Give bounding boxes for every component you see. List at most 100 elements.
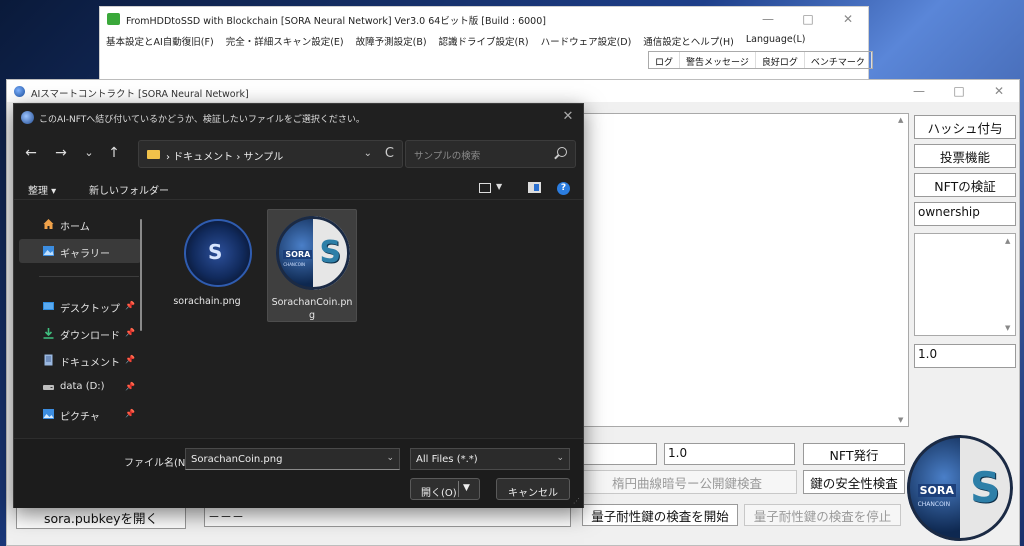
pin-icon[interactable]: 📌 — [125, 301, 135, 310]
textarea-scrollbar[interactable]: ▲ ▼ — [895, 114, 908, 426]
folder-icon — [147, 150, 160, 159]
side-value-field[interactable]: 1.0 — [914, 344, 1016, 368]
logo-ring — [907, 435, 1013, 541]
listbox-scrollbar[interactable]: ▲ ▼ — [1003, 234, 1014, 335]
menu-failure-prediction[interactable]: 故障予測設定(B) — [356, 34, 427, 48]
dialog-titlebar: このAI-NFTへ結び付いているかどうか、検証したいファイルをご選択ください。 … — [14, 104, 583, 132]
file-item-sorachain[interactable]: S sorachain.png — [162, 209, 252, 322]
menu-basic-settings[interactable]: 基本設定とAI自動復旧(F) — [106, 34, 214, 48]
search-input[interactable]: サンプルの検索 — [414, 148, 480, 162]
dialog-navbar: ← → ⌄ ↑ › ドキュメント › サンプル ⌄ C サンプルの検索 — [14, 138, 583, 170]
open-button[interactable]: 開く(O) ▼ — [410, 478, 480, 500]
menu-drive-settings[interactable]: 認識ドライブ設定(R) — [439, 34, 529, 48]
app-icon — [107, 13, 120, 25]
cancel-button[interactable]: キャンセル — [496, 478, 570, 500]
dialog-footer: ファイル名(N): SorachanCoin.png ⌄ All Files (… — [14, 438, 583, 508]
desktop-icon — [43, 302, 54, 310]
pin-icon[interactable]: 📌 — [125, 355, 135, 364]
up-arrow-icon[interactable]: ↑ — [106, 146, 122, 160]
filename-input[interactable]: SorachanCoin.png ⌄ — [185, 448, 400, 470]
organize-menu-button[interactable]: 整理 ▾ — [28, 182, 56, 197]
maximize-icon[interactable]: □ — [939, 80, 979, 102]
sidebar-item-pictures[interactable]: ピクチャ 📌 — [19, 402, 141, 426]
open-options-caret-icon[interactable]: ▼ — [463, 483, 470, 493]
view-mode-icon[interactable] — [479, 183, 491, 193]
drive-icon — [43, 385, 54, 390]
new-folder-button[interactable]: 新しいフォルダー — [89, 182, 169, 197]
back-arrow-icon[interactable]: ← — [23, 146, 39, 160]
view-mode-caret-icon[interactable]: ▼ — [496, 182, 502, 191]
open-pubkey-button[interactable]: sora.pubkeyを開く — [16, 505, 186, 529]
nav-pane-scrollbar[interactable] — [140, 219, 142, 331]
hash-button[interactable]: ハッシュ付与 — [914, 115, 1016, 139]
sorachain-thumbnail: S — [184, 219, 252, 287]
minimize-icon[interactable]: — — [899, 80, 939, 102]
filetype-select[interactable]: All Files (*.*) ⌄ — [410, 448, 570, 470]
pin-icon[interactable]: 📌 — [125, 382, 135, 391]
input-field-left[interactable] — [577, 443, 657, 465]
sidebar-item-label: デスクトップ — [60, 304, 120, 315]
tab-benchmark[interactable]: ベンチマーク — [805, 52, 872, 68]
main-app-window: FromHDDtoSSD with Blockchain [SORA Neura… — [99, 6, 873, 86]
chevron-down-icon[interactable]: ⌄ — [386, 453, 394, 463]
sidebar-item-label: ドキュメント — [60, 358, 120, 369]
scroll-down-icon[interactable]: ▼ — [898, 416, 903, 424]
search-icon[interactable] — [557, 147, 567, 157]
help-icon[interactable]: ? — [557, 182, 570, 195]
menu-scan-settings[interactable]: 完全・詳細スキャン設定(E) — [226, 34, 344, 48]
scroll-up-icon[interactable]: ▲ — [1005, 237, 1010, 245]
output-textarea[interactable]: ▲ ▼ — [577, 113, 909, 427]
scroll-up-icon[interactable]: ▲ — [898, 116, 903, 124]
scroll-down-icon[interactable]: ▼ — [1005, 324, 1010, 332]
pin-icon[interactable]: 📌 — [125, 328, 135, 337]
chevron-down-icon[interactable]: ⌄ — [364, 148, 372, 159]
address-path[interactable]: › ドキュメント › サンプル — [166, 148, 283, 163]
bottom-value-field[interactable]: 1.0 — [664, 443, 795, 465]
sorachancoin-thumbnail: S SORA CHANCOIN — [276, 216, 350, 290]
forward-arrow-icon[interactable]: → — [53, 146, 69, 160]
sidebar-item-documents[interactable]: ドキュメント 📌 — [19, 348, 141, 372]
side-listbox[interactable]: ▲ ▼ — [914, 233, 1016, 336]
search-box[interactable]: サンプルの検索 — [405, 140, 576, 168]
sidebar-item-downloads[interactable]: ダウンロード 📌 — [19, 321, 141, 345]
pq-stop-button[interactable]: 量子耐性鍵の検査を停止 — [744, 504, 901, 526]
menu-language[interactable]: Language(L) — [746, 34, 806, 48]
home-icon — [43, 219, 54, 229]
sidebar-item-home[interactable]: ホーム — [19, 212, 141, 236]
refresh-icon[interactable]: C — [385, 146, 394, 161]
close-icon[interactable]: ✕ — [559, 109, 577, 124]
filename-value: SorachanCoin.png — [191, 454, 283, 465]
menu-hardware-settings[interactable]: ハードウェア設定(D) — [541, 34, 632, 48]
vote-button[interactable]: 投票機能 — [914, 144, 1016, 168]
nft-verify-button[interactable]: NFTの検証 — [914, 173, 1016, 197]
recent-dropdown-icon[interactable]: ⌄ — [81, 146, 97, 160]
ownership-field[interactable]: ownership — [914, 202, 1016, 226]
ecc-check-button[interactable]: 楕円曲線暗号ー公開鍵検査 — [577, 470, 797, 494]
nft-issue-button[interactable]: NFT発行 — [803, 443, 905, 465]
key-safety-button[interactable]: 鍵の安全性検査 — [803, 470, 905, 494]
menu-network-help[interactable]: 通信設定とヘルプ(H) — [643, 34, 734, 48]
preview-pane-icon[interactable] — [528, 182, 541, 193]
close-icon[interactable]: ✕ — [979, 80, 1019, 102]
tab-log[interactable]: ログ — [649, 52, 681, 68]
minimize-icon[interactable]: — — [748, 7, 788, 31]
close-icon[interactable]: ✕ — [828, 7, 868, 31]
pin-icon[interactable]: 📌 — [125, 409, 135, 418]
file-item-sorachancoin[interactable]: S SORA CHANCOIN SorachanCoin.png — [267, 209, 357, 322]
dialog-toolbar: 整理 ▾ 新しいフォルダー ▼ ? — [14, 176, 583, 200]
tab-good-log[interactable]: 良好ログ — [756, 52, 805, 68]
address-bar[interactable]: › ドキュメント › サンプル ⌄ C — [138, 140, 403, 168]
ai-app-icon — [14, 86, 25, 97]
split-divider — [458, 481, 459, 497]
pq-start-button[interactable]: 量子耐性鍵の検査を開始 — [582, 504, 738, 526]
sidebar-item-label: ダウンロード — [60, 331, 120, 342]
tab-warnings[interactable]: 警告メッセージ — [680, 52, 756, 68]
sidebar-item-desktop[interactable]: デスクトップ 📌 — [19, 294, 141, 318]
ai-window-controls: — □ ✕ — [899, 80, 1019, 102]
chevron-down-icon[interactable]: ⌄ — [556, 453, 564, 463]
maximize-icon[interactable]: □ — [788, 7, 828, 31]
logo-ring — [276, 216, 350, 290]
sidebar-item-gallery[interactable]: ギャラリー — [19, 239, 141, 263]
resize-grip-icon[interactable]: ⋰ — [573, 497, 580, 505]
sidebar-item-data-drive[interactable]: data (D:) 📌 — [19, 375, 141, 399]
